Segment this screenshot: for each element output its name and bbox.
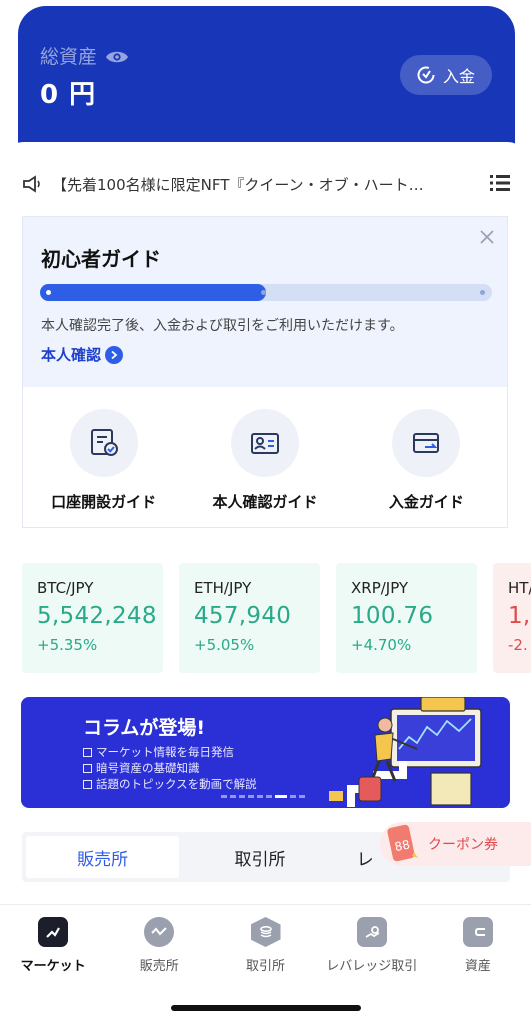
ticker-card-btc[interactable]: BTC/JPY 5,542,248 +5.35% [22,563,163,673]
ticker-price: 1, [508,603,531,629]
app-screen: 総資産 0 円 入金 【先着100名様に限定NFT『クイーン・オブ・ハート… 初… [0,0,531,1024]
coupon-button[interactable]: 88 クーポン券 [380,822,531,866]
speaker-icon [23,175,40,193]
nav-items: マーケット 販売所 取引所 レバレッジ取引 資産 [0,905,531,985]
banner-item-text: 暗号資産の基礎知識 [96,761,200,775]
tab-exchange[interactable]: 取引所 [183,832,336,882]
guide-item-label: 本人確認ガイド [212,493,318,511]
progress-dot [480,290,485,295]
pagination-dot [290,795,296,798]
asset-value: 0 円 [40,80,97,110]
ticker-card-xrp[interactable]: XRP/JPY 100.76 +4.70% [336,563,477,673]
banner-list-item: マーケット情報を毎日発信 [83,744,257,760]
nav-label: 資産 [464,959,491,974]
trade-icon [250,917,281,947]
beginner-guide-card: 初心者ガイド 本人確認完了後、入金および取引をご利用いただけます。 本人確認 口… [22,216,508,528]
banner-list: マーケット情報を毎日発信 暗号資産の基礎知識 話題のトピックスを動画で解説 [83,744,257,792]
pagination-dot [221,795,227,798]
ticker-change: -2. [508,636,528,654]
notice-text: 【先着100名様に限定NFT『クイーン・オブ・ハート… [52,175,424,194]
guide-items: 口座開設ガイド 本人確認ガイド 入金ガイド [23,387,507,527]
ticker-pair: ETH/JPY [194,579,252,597]
deposit-label: 入金 [442,67,475,86]
identity-link-label: 本人確認 [41,346,102,364]
asset-label: 総資産 [40,46,98,68]
guide-progress-fill [40,284,266,301]
header-area: 総資産 0 円 入金 [0,0,531,176]
ticker-price: 457,940 [194,603,292,629]
nav-label: マーケット [20,959,86,974]
exchange-shop-icon [144,917,175,947]
ticker-row: BTC/JPY 5,542,248 +5.35% ETH/JPY 457,940… [22,563,531,673]
banner-illustration [329,697,482,807]
ticker-change: +5.05% [194,636,255,654]
nav-item-shop[interactable]: 販売所 [106,905,212,985]
nav-item-exchange[interactable]: 取引所 [212,905,318,985]
deposit-guide[interactable]: 入金ガイド [346,387,507,527]
market-icon [38,917,69,947]
checkbox-icon [83,779,92,789]
coupon-label: クーポン券 [428,837,498,853]
ticker-pair: HT/ [508,579,531,597]
banner-item-text: マーケット情報を毎日発信 [96,745,234,759]
guide-description: 本人確認完了後、入金および取引をご利用いただけます。 [41,318,404,334]
banner-list-item: 暗号資産の基礎知識 [83,760,257,776]
deposit-icon [417,66,435,84]
banner-title: コラムが登場! [83,717,206,739]
ticker-card-ht[interactable]: HT/ 1, -2. [493,563,531,673]
nav-label: 取引所 [246,959,286,974]
pagination-dot [239,795,245,798]
nav-item-market[interactable]: マーケット [0,905,106,985]
banner-pagination [221,795,305,798]
banner-item-text: 話題のトピックスを動画で解説 [96,777,257,791]
tab-shop[interactable]: 販売所 [26,836,180,878]
banner-list-item: 話題のトピックスを動画で解説 [83,776,257,792]
column-banner[interactable]: コラムが登場! マーケット情報を毎日発信 暗号資産の基礎知識 話題のトピックスを… [21,697,510,808]
home-indicator[interactable] [171,1005,361,1011]
close-icon[interactable] [479,229,495,245]
asset-label-row: 総資産 [40,42,129,69]
account-opening-guide[interactable]: 口座開設ガイド [23,387,184,527]
eye-icon[interactable] [105,48,129,64]
id-card-icon [230,409,299,477]
nav-item-assets[interactable]: 資産 [425,905,531,985]
notice-bar[interactable]: 【先着100名様に限定NFT『クイーン・オブ・ハート… [22,172,510,196]
identity-verification-link[interactable]: 本人確認 [41,344,124,365]
checkbox-icon [83,763,92,773]
ticker-change: +4.70% [351,636,412,654]
leverage-icon [356,917,387,947]
guide-item-label: 口座開設ガイド [51,493,157,511]
guide-progress-bar [40,284,492,301]
nav-item-leverage[interactable]: レバレッジ取引 [319,905,425,985]
pagination-dot [257,795,263,798]
guide-title: 初心者ガイド [41,247,161,271]
ticker-price: 5,542,248 [37,603,157,629]
pagination-dot-active [275,795,287,798]
pagination-dot [230,795,236,798]
ticker-change: +5.35% [37,636,98,654]
pagination-dot [248,795,254,798]
pagination-dot [266,795,272,798]
wallet-icon [462,917,493,947]
progress-dot [261,290,266,295]
ticker-pair: BTC/JPY [37,579,94,597]
wallet-icon [392,409,461,477]
checkbox-icon [83,747,92,757]
ticker-pair: XRP/JPY [351,579,409,597]
bottom-navigation: マーケット 販売所 取引所 レバレッジ取引 資産 [0,904,531,1024]
pagination-dot [299,795,305,798]
list-icon[interactable] [490,174,510,192]
guide-header: 初心者ガイド 本人確認完了後、入金および取引をご利用いただけます。 本人確認 [23,217,507,387]
ticker-card-eth[interactable]: ETH/JPY 457,940 +5.05% [179,563,320,673]
progress-dot [46,290,51,295]
nav-label: 販売所 [139,959,179,974]
coupon-icon: 88 [380,822,424,866]
nav-label: レバレッジ取引 [326,959,418,974]
deposit-button[interactable]: 入金 [400,55,492,95]
chevron-right-icon [105,345,124,364]
guide-item-label: 入金ガイド [388,493,464,511]
identity-verification-guide[interactable]: 本人確認ガイド [184,387,345,527]
account-opening-icon [69,409,138,477]
ticker-price: 100.76 [351,603,434,629]
